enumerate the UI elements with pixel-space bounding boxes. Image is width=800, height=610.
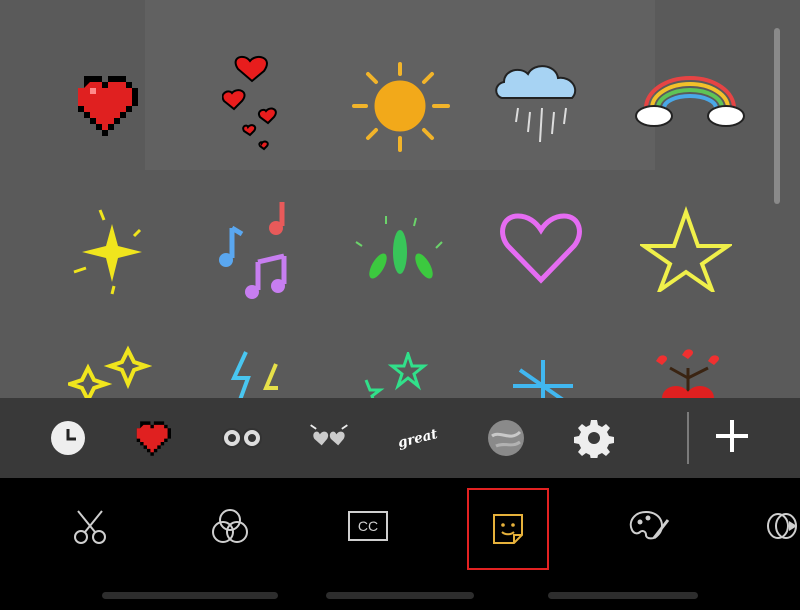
filters-icon[interactable]: [206, 502, 254, 550]
nav-indicator-center: [326, 592, 474, 599]
great-text-icon[interactable]: great!: [394, 416, 438, 460]
hearts-sticker[interactable]: [222, 55, 282, 155]
pixel-heart-icon[interactable]: [133, 416, 177, 460]
captions-icon[interactable]: CC: [344, 502, 392, 550]
neon-heart-sticker[interactable]: [498, 208, 584, 288]
sun-sticker[interactable]: [348, 58, 452, 154]
neon-star-sticker[interactable]: [640, 206, 732, 292]
nav-indicator-right: [548, 592, 698, 599]
sticker-category-tray: great!: [0, 398, 800, 478]
rain-cloud-sticker[interactable]: [490, 62, 590, 150]
plus-icon[interactable]: [710, 414, 754, 458]
scissors-icon[interactable]: [66, 502, 114, 550]
gear-icon[interactable]: [572, 416, 616, 460]
overlay-icon[interactable]: [760, 502, 800, 550]
palette-icon[interactable]: [624, 502, 672, 550]
leaves-sticker[interactable]: [346, 212, 456, 284]
pixel-heart-sticker[interactable]: [72, 70, 148, 140]
sticker-icon[interactable]: [467, 488, 549, 570]
yellow-sparkles-sticker[interactable]: [68, 342, 152, 398]
tray-divider: [687, 412, 689, 464]
recent-icon[interactable]: [46, 416, 90, 460]
music-notes-sticker[interactable]: [214, 198, 294, 302]
berries-sticker[interactable]: [640, 348, 736, 398]
snowflake-sticker[interactable]: [498, 356, 588, 398]
lightning-sticker[interactable]: [206, 346, 298, 398]
sparkle-heart-icon[interactable]: [307, 416, 351, 460]
sparkle-sticker[interactable]: [72, 206, 152, 300]
eyes-icon[interactable]: [220, 416, 264, 460]
sticker-grid[interactable]: [0, 0, 800, 398]
rainbow-sticker[interactable]: [632, 68, 748, 132]
svg-text:great!: great!: [396, 425, 438, 452]
grid-scrollbar[interactable]: [774, 28, 780, 204]
editor-toolbar: [0, 478, 800, 610]
marble-icon[interactable]: [484, 416, 528, 460]
svg-text:CC: CC: [358, 518, 378, 534]
nav-indicator-left: [102, 592, 278, 599]
green-stars-sticker[interactable]: [346, 352, 450, 398]
